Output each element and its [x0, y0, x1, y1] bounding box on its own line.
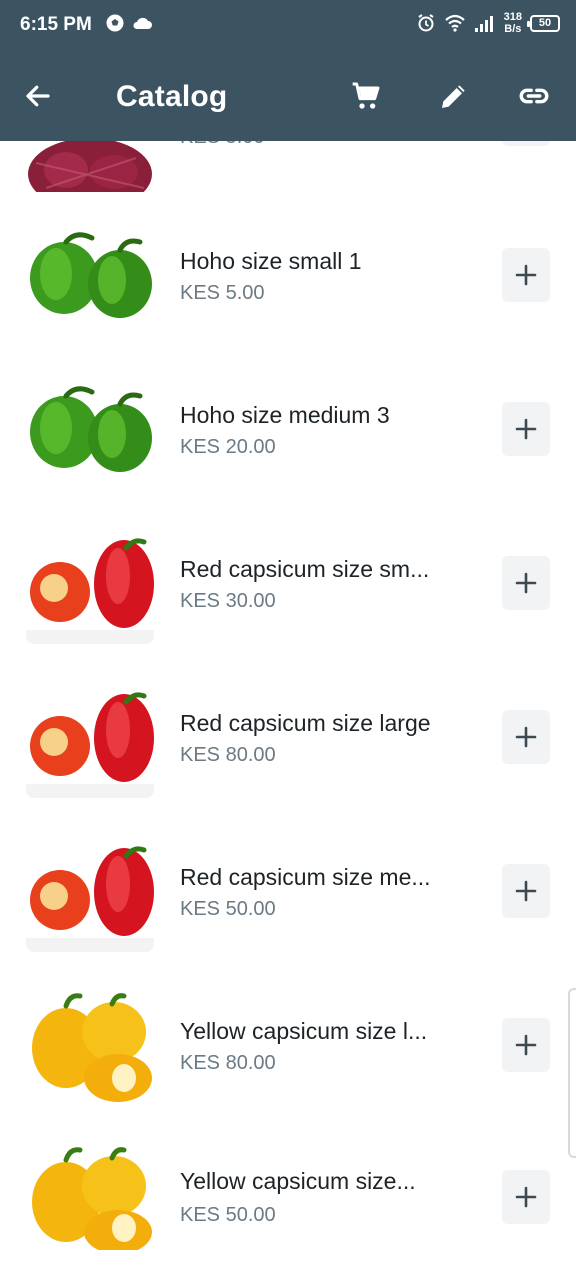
add-to-cart-button[interactable]	[502, 556, 550, 610]
wifi-icon	[444, 14, 465, 32]
add-to-cart-button[interactable]	[502, 864, 550, 918]
plus-icon	[515, 418, 537, 440]
product-image	[26, 530, 154, 644]
product-price: KES 50.00	[180, 898, 276, 920]
add-to-cart-button[interactable]	[502, 710, 550, 764]
status-left-icons	[105, 13, 153, 33]
product-price: KES 5.00	[180, 282, 265, 304]
link-icon	[519, 88, 549, 104]
product-name: Yellow capsicum size...	[180, 1168, 416, 1194]
back-arrow-icon	[26, 85, 50, 107]
plus-icon	[515, 1186, 537, 1208]
page-title: Catalog	[116, 80, 228, 113]
product-price: KES 80.00	[180, 1052, 276, 1074]
product-name: Hoho size small 1	[180, 248, 362, 274]
product-name: Yellow capsicum size l...	[180, 1018, 428, 1044]
list-item[interactable]: Red capsicum size sm... KES 30.00	[0, 510, 576, 664]
product-image	[26, 1136, 154, 1250]
plus-icon	[515, 264, 537, 286]
list-item[interactable]: Hoho size medium 3 KES 20.00	[0, 356, 576, 510]
product-name: Red capsicum size large	[180, 710, 431, 736]
product-price: KES 30.00	[180, 590, 276, 612]
product-image	[26, 684, 154, 798]
product-image	[26, 374, 154, 488]
cart-icon	[352, 82, 380, 109]
product-name: Red capsicum size me...	[180, 864, 431, 890]
add-to-cart-button[interactable]	[502, 402, 550, 456]
product-name: Red capsicum size sm...	[180, 556, 430, 582]
add-to-cart-button[interactable]	[502, 1018, 550, 1072]
edit-button[interactable]	[434, 76, 474, 116]
status-time: 6:15 PM	[20, 14, 92, 35]
network-speed-unit: B/s	[504, 23, 522, 35]
status-bar: 6:15 PM 318 B/s 50	[0, 0, 576, 52]
product-image	[26, 992, 154, 1106]
back-button[interactable]	[18, 76, 58, 116]
list-item[interactable]: Red capsicum size large KES 80.00	[0, 664, 576, 818]
network-speed: 318 B/s	[504, 11, 522, 35]
cloud-icon	[133, 17, 152, 29]
network-speed-value: 318	[503, 11, 522, 23]
signal-icon	[474, 16, 493, 32]
product-image	[26, 838, 154, 952]
toolbar: Catalog	[0, 52, 576, 141]
product-image	[26, 220, 154, 334]
app-bar: 6:15 PM 318 B/s 50 Catalog	[0, 0, 576, 141]
product-price: KES 80.00	[180, 744, 276, 766]
product-price: KES 20.00	[180, 436, 276, 458]
product-price: KES 50.00	[180, 1204, 276, 1226]
edit-pencil-icon	[442, 85, 465, 108]
list-item[interactable]: Yellow capsicum size l... KES 80.00	[0, 972, 576, 1126]
status-right-icons: 318 B/s 50	[416, 11, 560, 35]
battery-indicator: 50	[527, 14, 560, 32]
plus-icon	[515, 572, 537, 594]
product-name: Hoho size medium 3	[180, 402, 390, 428]
plus-icon	[515, 1034, 537, 1056]
list-item[interactable]: Hoho size small 1 KES 5.00	[0, 202, 576, 356]
scroll-edge-handle[interactable]	[568, 988, 576, 1158]
list-item[interactable]: Red capsicum size me... KES 50.00	[0, 818, 576, 972]
share-link-button[interactable]	[514, 76, 554, 116]
football-icon	[106, 14, 124, 32]
plus-icon	[515, 880, 537, 902]
alarm-icon	[418, 14, 434, 32]
plus-icon	[515, 726, 537, 748]
add-to-cart-button[interactable]	[502, 1170, 550, 1224]
add-to-cart-button[interactable]	[502, 248, 550, 302]
list-item[interactable]: Yellow capsicum size... KES 50.00	[0, 1126, 576, 1280]
cart-button[interactable]	[346, 76, 386, 116]
